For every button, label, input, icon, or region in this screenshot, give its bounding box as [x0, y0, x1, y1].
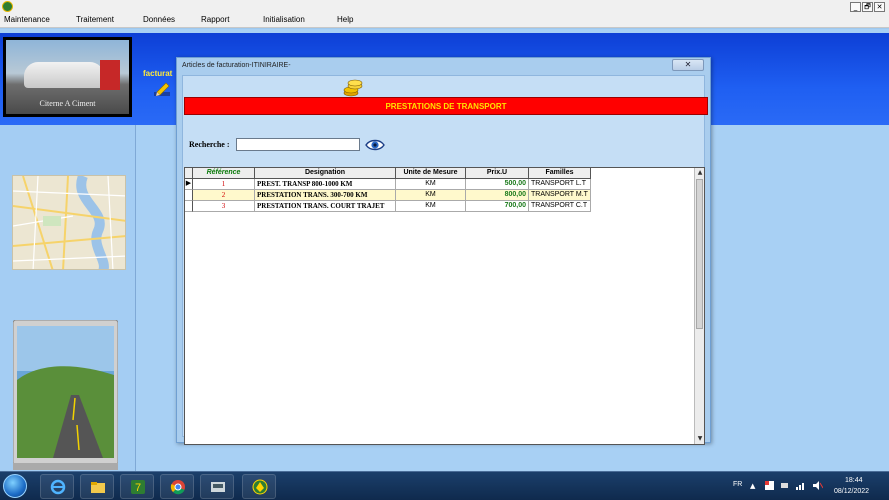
device-icon[interactable] — [780, 481, 789, 490]
articles-dialog: Articles de facturation-ITINIRAIRE- ✕ PR… — [176, 57, 711, 445]
taskbar-media[interactable] — [200, 474, 234, 499]
dialog-content: PRESTATIONS DE TRANSPORT Recherche : Réf… — [182, 75, 708, 445]
taskbar: 7 FR ▲ 18:44 08/12/2022 — [0, 471, 889, 500]
laptop-image — [13, 320, 118, 470]
header-selector — [185, 168, 193, 179]
dialog-close-button[interactable]: ✕ — [672, 59, 704, 71]
row-selector[interactable] — [185, 201, 193, 212]
table-row[interactable]: ▶ 1 PREST. TRANSP 800-1000 KM KM 500,00 … — [185, 179, 591, 190]
cell-prix[interactable]: 800,00 — [466, 190, 529, 201]
restore-button[interactable]: 🗗 — [862, 2, 873, 12]
cell-famille[interactable]: TRANSPORT C.T — [529, 201, 591, 212]
search-label: Recherche : — [189, 140, 230, 149]
scroll-down-arrow-icon[interactable]: ▼ — [695, 434, 705, 444]
cell-designation[interactable]: PRESTATION TRANS. COURT TRAJET — [255, 201, 396, 212]
menu-donnees[interactable]: Données — [143, 15, 175, 24]
dialog-title: Articles de facturation-ITINIRAIRE- — [182, 62, 291, 69]
header-title: PRESTATIONS DE TRANSPORT — [385, 102, 507, 111]
taskbar-chrome[interactable] — [160, 474, 194, 499]
cell-famille[interactable]: TRANSPORT L.T — [529, 179, 591, 190]
app-7-icon: 7 — [131, 480, 145, 494]
taskbar-app[interactable]: 7 — [120, 474, 154, 499]
col-designation[interactable]: Designation — [255, 168, 396, 179]
table-header: Référence Designation Unite de Mesure Pr… — [185, 168, 591, 179]
cell-reference[interactable]: 2 — [193, 190, 255, 201]
cell-reference[interactable]: 3 — [193, 201, 255, 212]
map-image — [12, 175, 126, 270]
cell-unite[interactable]: KM — [396, 201, 466, 212]
vertical-scrollbar[interactable]: ▲ ▼ — [694, 168, 704, 444]
row-selector[interactable] — [185, 190, 193, 201]
menu-initialisation[interactable]: Initialisation — [263, 15, 305, 24]
cell-reference[interactable]: 1 — [193, 179, 255, 190]
menu-maintenance[interactable]: Maintenance — [4, 15, 50, 24]
menu-help[interactable]: Help — [337, 15, 353, 24]
language-indicator[interactable]: FR — [733, 481, 742, 488]
menubar: Maintenance Traitement Données Rapport I… — [0, 0, 889, 28]
taskbar-explorer[interactable] — [80, 474, 114, 499]
app-icon-taskbar — [252, 479, 268, 495]
flag-icon[interactable] — [765, 481, 774, 490]
taskbar-ie[interactable] — [40, 474, 74, 499]
col-familles[interactable]: Familles — [529, 168, 591, 179]
cell-designation[interactable]: PRESTATION TRANS. 300-700 KM — [255, 190, 396, 201]
scroll-up-arrow-icon[interactable]: ▲ — [695, 168, 705, 178]
articles-table: Référence Designation Unite de Mesure Pr… — [184, 167, 705, 445]
col-reference[interactable]: Référence — [193, 168, 255, 179]
row-selector[interactable]: ▶ — [185, 179, 193, 190]
signal-icon[interactable] — [796, 481, 806, 490]
folder-icon — [91, 482, 105, 493]
media-icon — [211, 482, 225, 492]
clock-date[interactable]: 08/12/2022 — [834, 488, 869, 495]
table-row[interactable]: 2 PRESTATION TRANS. 300-700 KM KM 800,00… — [185, 190, 591, 201]
start-button[interactable] — [3, 474, 27, 498]
cell-famille[interactable]: TRANSPORT M.T — [529, 190, 591, 201]
header-bar: PRESTATIONS DE TRANSPORT — [184, 97, 708, 115]
col-unite[interactable]: Unite de Mesure — [396, 168, 466, 179]
volume-icon[interactable] — [813, 481, 823, 490]
chrome-icon — [170, 480, 185, 495]
col-prix[interactable]: Prix.U — [466, 168, 529, 179]
clock-time[interactable]: 18:44 — [845, 477, 863, 484]
app-icon — [2, 1, 13, 12]
tray-chevron-icon[interactable]: ▲ — [750, 482, 755, 490]
minimize-button[interactable]: _ — [850, 2, 861, 12]
cell-unite[interactable]: KM — [396, 179, 466, 190]
pencil-icon[interactable] — [153, 80, 171, 98]
truck-photo: Citerne A Ciment — [3, 37, 132, 117]
ie-icon — [50, 479, 66, 495]
close-app-button[interactable]: ✕ — [874, 2, 885, 12]
cell-unite[interactable]: KM — [396, 190, 466, 201]
photo-caption: Citerne A Ciment — [39, 99, 96, 108]
menu-rapport[interactable]: Rapport — [201, 15, 229, 24]
table-row[interactable]: 3 PRESTATION TRANS. COURT TRAJET KM 700,… — [185, 201, 591, 212]
taskbar-facturation-app[interactable] — [242, 474, 276, 499]
search-input[interactable] — [236, 138, 360, 151]
svg-text:7: 7 — [135, 482, 141, 494]
eye-icon[interactable] — [365, 137, 385, 153]
cell-prix[interactable]: 500,00 — [466, 179, 529, 190]
coins-icon — [343, 79, 363, 97]
cell-prix[interactable]: 700,00 — [466, 201, 529, 212]
facturation-label[interactable]: facturat — [143, 69, 172, 78]
scroll-thumb[interactable] — [696, 179, 703, 329]
cell-designation[interactable]: PREST. TRANSP 800-1000 KM — [255, 179, 396, 190]
menu-traitement[interactable]: Traitement — [76, 15, 114, 24]
